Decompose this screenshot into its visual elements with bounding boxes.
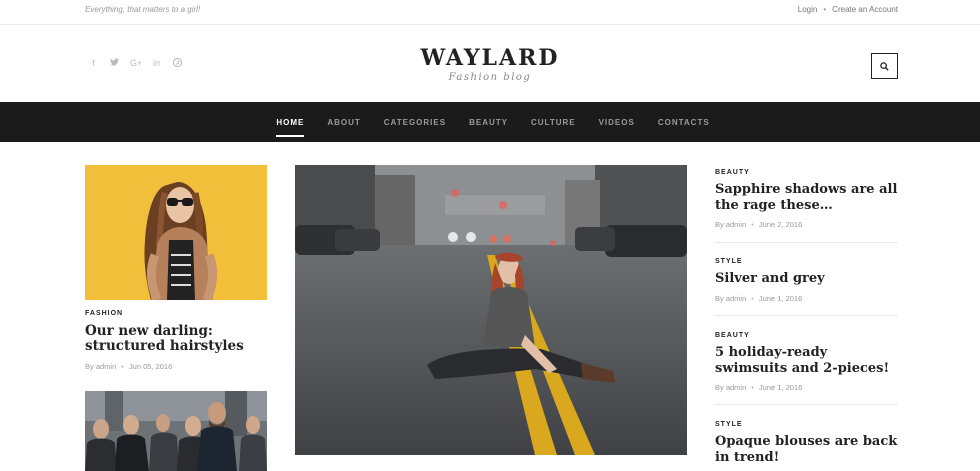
post-category[interactable]: STYLE bbox=[715, 421, 898, 428]
right-post-1: BEAUTY Sapphire shadows are all the rage… bbox=[715, 169, 898, 229]
right-post-2: STYLE Silver and grey By admin • June 1,… bbox=[715, 258, 898, 303]
nav-item-culture[interactable]: CULTURE bbox=[531, 114, 576, 131]
post-category[interactable]: BEAUTY bbox=[715, 169, 898, 176]
site-header: f G+ in WAYLARD Fashion blog bbox=[0, 25, 980, 102]
post-category[interactable]: STYLE bbox=[715, 258, 898, 265]
post-category[interactable]: FASHION bbox=[85, 310, 267, 317]
post-meta: By admin • June 1, 2016 bbox=[715, 294, 898, 303]
post-date: June 1, 2016 bbox=[758, 383, 803, 392]
create-account-link[interactable]: Create an Account bbox=[832, 5, 898, 14]
post-title[interactable]: Opaque blouses are back in trend! bbox=[715, 434, 898, 465]
site-logo[interactable]: WAYLARD Fashion blog bbox=[0, 45, 980, 83]
post-author[interactable]: By admin bbox=[85, 362, 116, 371]
nav-item-about[interactable]: ABOUT bbox=[327, 114, 360, 131]
featured-post-image[interactable] bbox=[295, 165, 687, 455]
divider bbox=[715, 242, 898, 243]
post-meta: By admin • Jun 05, 2016 bbox=[85, 362, 267, 371]
post-image-street-crowd[interactable] bbox=[85, 391, 267, 471]
post-category[interactable]: BEAUTY bbox=[715, 332, 898, 339]
post-meta: By admin • June 1, 2016 bbox=[715, 383, 898, 392]
post-title[interactable]: Our new darling: structured hairstyles bbox=[85, 324, 267, 354]
left-post-1: FASHION Our new darling: structured hair… bbox=[85, 310, 267, 371]
post-author[interactable]: By admin bbox=[715, 220, 746, 229]
post-date: June 1, 2016 bbox=[758, 293, 803, 303]
post-date: June 2, 2016 bbox=[758, 220, 803, 229]
nav-item-videos[interactable]: VIDEOS bbox=[599, 114, 635, 131]
post-date: Jun 05, 2016 bbox=[128, 362, 173, 371]
right-post-3: BEAUTY 5 holiday-ready swimsuits and 2-p… bbox=[715, 332, 898, 392]
right-post-4: STYLE Opaque blouses are back in trend! bbox=[715, 421, 898, 465]
separator-dot: • bbox=[751, 220, 754, 229]
separator-dot: • bbox=[751, 383, 754, 392]
nav-item-categories[interactable]: CATEGORIES bbox=[384, 114, 446, 131]
post-title[interactable]: Silver and grey bbox=[715, 271, 898, 287]
search-icon bbox=[880, 61, 889, 71]
post-image-hairstyles[interactable] bbox=[85, 165, 267, 300]
divider bbox=[715, 404, 898, 405]
nav-item-home[interactable]: HOME bbox=[276, 114, 305, 137]
post-author[interactable]: By admin bbox=[715, 383, 746, 392]
separator-dot: • bbox=[121, 362, 124, 371]
post-author[interactable]: By admin bbox=[715, 294, 746, 303]
post-title[interactable]: 5 holiday-ready swimsuits and 2-pieces! bbox=[715, 345, 898, 376]
main-nav: HOME ABOUT CATEGORIES BEAUTY CULTURE VID… bbox=[0, 102, 980, 142]
post-meta: By admin • June 2, 2016 bbox=[715, 220, 898, 229]
top-bar: Everything, that matters to a girl! Logi… bbox=[0, 0, 980, 25]
nav-item-beauty[interactable]: BEAUTY bbox=[469, 114, 508, 131]
post-title[interactable]: Sapphire shadows are all the rage these… bbox=[715, 182, 898, 213]
nav-item-contacts[interactable]: CONTACTS bbox=[658, 114, 710, 131]
logo-subtitle: Fashion blog bbox=[448, 72, 532, 83]
tagline: Everything, that matters to a girl! bbox=[85, 5, 201, 14]
logo-title: WAYLARD bbox=[420, 45, 560, 71]
separator-dot: • bbox=[751, 293, 754, 303]
separator-dot: • bbox=[823, 5, 827, 14]
search-button[interactable] bbox=[871, 53, 898, 79]
account-links: Login • Create an Account bbox=[798, 5, 898, 14]
login-link[interactable]: Login bbox=[798, 5, 818, 14]
divider bbox=[715, 315, 898, 316]
